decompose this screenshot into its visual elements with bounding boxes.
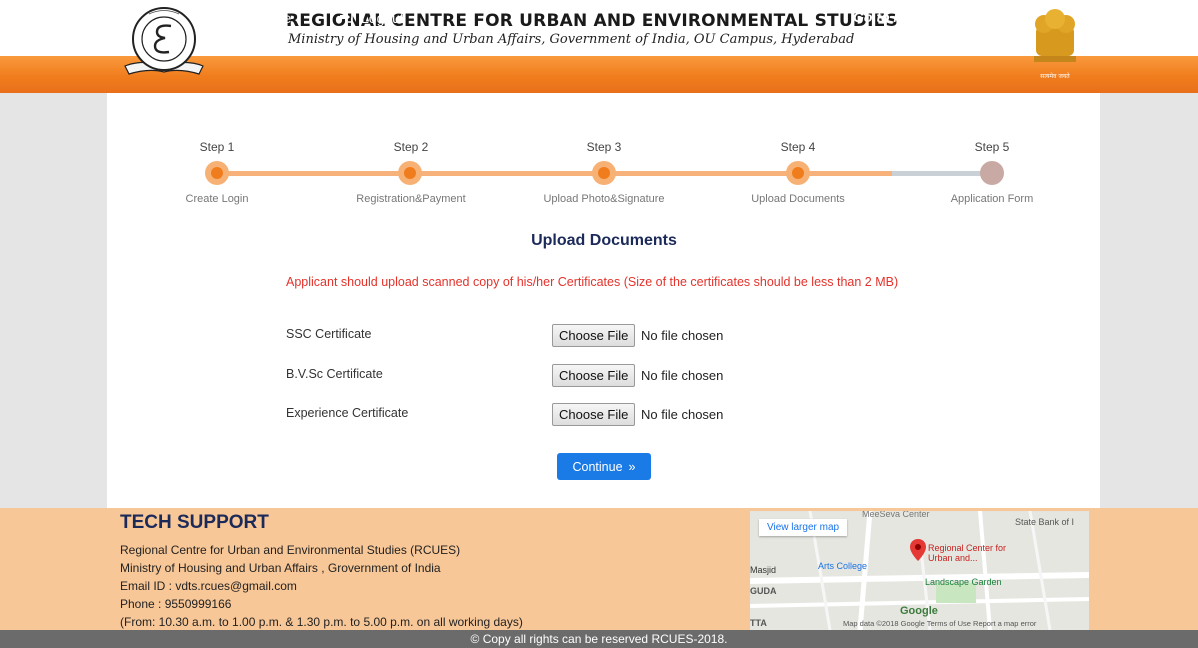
emblem-caption: सत्यमेव जयते: [1040, 73, 1070, 80]
map-label-meeseva: MeeSeva Center: [862, 511, 930, 519]
experience-file-status: No file chosen: [641, 407, 724, 422]
step-5-number: Step 5: [974, 140, 1010, 154]
bvsc-choose-file-button[interactable]: Choose File: [552, 364, 636, 387]
map-label-tta: TTA: [750, 618, 767, 628]
double-chevron-right-icon: »: [962, 9, 971, 25]
content-panel: [107, 93, 1100, 508]
map-label-arts-college: Arts College: [818, 561, 868, 571]
footer-line-ministry: Ministry of Housing and Urban Affairs , …: [120, 561, 441, 575]
site-subtitle: Ministry of Housing and Urban Affairs, G…: [288, 32, 855, 47]
footer-line-phone: Phone : 9550999166: [120, 597, 232, 611]
bvsc-certificate-label: B.V.Sc Certificate: [286, 367, 383, 381]
step-3-number: Step 3: [586, 140, 622, 154]
step-5-label: Application Form: [950, 193, 1034, 205]
logout-icon: [340, 10, 353, 26]
nav-logout-link[interactable]: Logout: [340, 10, 404, 26]
step-5-marker: [980, 161, 1004, 185]
ssc-certificate-label: SSC Certificate: [286, 327, 372, 341]
nav-home-link[interactable]: Home: [232, 10, 291, 26]
ssc-choose-file-button[interactable]: Choose File: [552, 324, 636, 347]
double-chevron-right-icon: »: [628, 459, 636, 474]
main-site-label: Go to Main Site: [853, 9, 955, 25]
map-attribution[interactable]: Map data ©2018 Google Terms of Use Repor…: [843, 619, 1036, 628]
view-larger-map-link[interactable]: View larger map: [759, 519, 848, 536]
google-logo: Google: [900, 605, 938, 617]
ssc-certificate-row: SSC Certificate Choose File No file chos…: [286, 322, 766, 348]
continue-button[interactable]: Continue »: [557, 453, 651, 480]
nav-home-label: Home: [254, 10, 292, 26]
experience-certificate-row: Experience Certificate Choose File No fi…: [286, 401, 766, 427]
step-4-number: Step 4: [780, 140, 816, 154]
national-emblem-logo: सत्यमेव जयते: [1026, 6, 1084, 84]
step-2-number: Step 2: [393, 140, 429, 154]
ssc-file-status: No file chosen: [641, 328, 724, 343]
continue-label: Continue: [572, 459, 623, 474]
footer-line-hours: (From: 10.30 a.m. to 1.00 p.m. & 1.30 p.…: [120, 615, 523, 629]
page-title: Upload Documents: [531, 232, 677, 249]
map-label-rcues: Regional Center for Urban and...: [928, 543, 1007, 563]
go-to-main-site-link[interactable]: Go to Main Site »: [853, 9, 971, 25]
map-label-state-bank: State Bank of I: [1015, 517, 1075, 527]
map-label-guda: GUDA: [750, 586, 777, 596]
experience-choose-file-button[interactable]: Choose File: [552, 403, 636, 426]
footer-line-org: Regional Centre for Urban and Environmen…: [120, 543, 461, 557]
step-2-label: Registration&Payment: [356, 193, 466, 205]
step-3-label: Upload Photo&Signature: [543, 193, 665, 205]
tech-support-title: TECH SUPPORT: [120, 512, 269, 533]
experience-certificate-label: Experience Certificate: [286, 406, 409, 420]
bvsc-certificate-row: B.V.Sc Certificate Choose File No file c…: [286, 362, 766, 388]
footer-line-email: Email ID : vdts.rcues@gmail.com: [120, 579, 297, 593]
bvsc-file-status: No file chosen: [641, 368, 724, 383]
upload-notice: Applicant should upload scanned copy of …: [286, 275, 899, 289]
step-1-number: Step 1: [199, 140, 235, 154]
map-label-masjid: Masjid: [750, 565, 777, 575]
stepper-progress-line-pending: [892, 171, 992, 176]
copyright-bar: © Copy all rights can be reserved RCUES-…: [0, 630, 1198, 648]
location-map[interactable]: View larger map MeeSeva Center State Ban…: [750, 511, 1089, 630]
map-pin-icon: [910, 539, 926, 565]
step-4-label: Upload Documents: [751, 193, 845, 205]
osmania-university-logo: [119, 4, 209, 84]
home-icon: [232, 10, 246, 26]
step-4-marker: [786, 161, 810, 185]
nav-logout-label: Logout: [361, 10, 404, 26]
step-1-marker: [205, 161, 229, 185]
step-3-marker: [592, 161, 616, 185]
step-1-label: Create Login: [185, 193, 249, 205]
map-label-landscape-garden: Landscape Garden: [925, 577, 1002, 587]
step-2-marker: [398, 161, 422, 185]
